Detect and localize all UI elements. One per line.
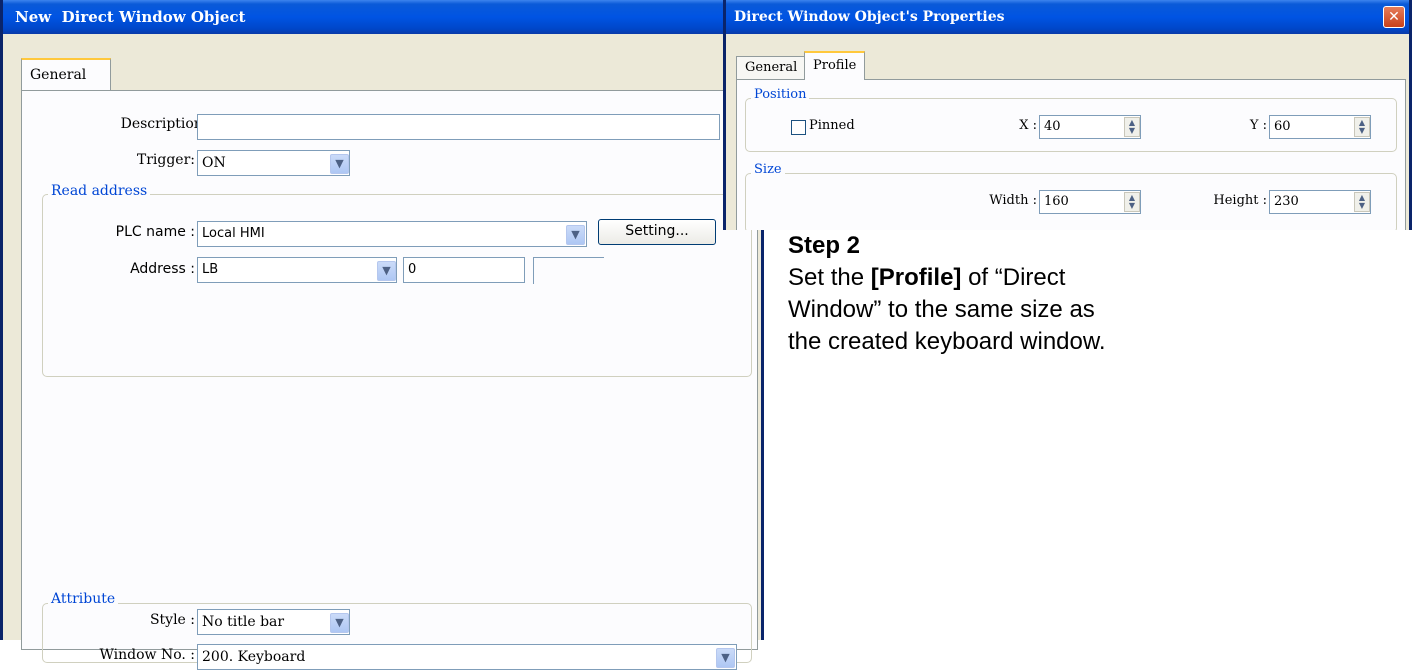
tab-general-label: General (30, 67, 87, 83)
trigger-select[interactable]: ON (197, 150, 350, 176)
position-group-title: Position (751, 87, 810, 102)
attribute-group-title: Attribute (48, 591, 119, 607)
close-icon[interactable]: ✕ (1383, 6, 1405, 28)
tab-profile-label: Profile (813, 58, 857, 73)
height-label: Height : (1213, 193, 1267, 208)
plc-name-value: Local HMI (202, 226, 265, 241)
right-dialog-title-bar[interactable]: Direct Window Object's Properties ✕ (726, 0, 1409, 34)
window-no-label: Window No. : (99, 647, 195, 663)
left-dialog-title: New Direct Window Object (15, 8, 246, 26)
spin-updown-icon[interactable]: ▲ ▼ (1354, 117, 1370, 137)
pinned-checkbox[interactable] (791, 120, 806, 135)
caption-line-1: Set the [Profile] of “Direct (788, 262, 1106, 294)
right-dialog-title: Direct Window Object's Properties (734, 9, 1005, 25)
read-address-group-title: Read address (48, 183, 151, 199)
style-value: No title bar (202, 614, 285, 630)
size-group-title: Size (751, 162, 785, 177)
chevron-down-icon[interactable]: ▼ (716, 648, 735, 668)
address-label: Address : (130, 261, 195, 277)
x-label: X : (1019, 118, 1037, 133)
pinned-label: Pinned (809, 118, 855, 133)
profile-tab-panel: Position Pinned X : 40 ▲ ▼ Y : 60 ▲ ▼ Size… (736, 79, 1406, 230)
chevron-down-icon[interactable]: ▼ (377, 261, 396, 281)
chevron-down-icon[interactable]: ▼ (330, 154, 349, 174)
caption-line-2: Window” to the same size as (788, 296, 1095, 323)
spin-updown-icon[interactable]: ▲ ▼ (1354, 192, 1370, 212)
chevron-down-icon[interactable]: ▼ (330, 613, 349, 633)
plc-name-label: PLC name : (115, 224, 195, 240)
general-tab-panel: Description : Trigger: ON ▼ Read address… (21, 90, 758, 670)
trigger-label: Trigger: (136, 152, 195, 168)
tab-general-r[interactable]: General (736, 56, 807, 80)
tab-general-r-label: General (745, 60, 798, 75)
window-no-value: 200. Keyboard (202, 649, 306, 665)
caption-line-1-post: of “Direct (961, 264, 1066, 291)
address-device-select[interactable]: LB (197, 257, 397, 283)
trigger-value: ON (202, 155, 226, 171)
description-field[interactable] (197, 114, 720, 140)
tab-profile[interactable]: Profile (804, 51, 866, 80)
caption-line-3: the created keyboard window. (788, 328, 1106, 355)
step-caption: Step 2 Set the [Profile] of “Direct Wind… (788, 230, 1106, 358)
left-dialog-title-bar[interactable]: New Direct Window Object (3, 0, 761, 34)
direct-window-properties-dialog: Direct Window Object's Properties ✕ Gene… (723, 0, 1412, 230)
caption-line-1-pre: Set the (788, 264, 871, 291)
style-label: Style : (149, 612, 195, 628)
style-select[interactable]: No title bar (197, 609, 350, 635)
step-heading: Step 2 (788, 232, 861, 259)
address-extra-field[interactable] (533, 257, 604, 284)
new-direct-window-dialog: New Direct Window Object General Descrip… (0, 0, 764, 670)
description-label: Description : (120, 116, 212, 132)
y-label: Y : (1249, 118, 1267, 133)
address-device-value: LB (202, 262, 219, 277)
tab-general[interactable]: General (21, 58, 111, 90)
width-label: Width : (989, 193, 1037, 208)
spin-updown-icon[interactable]: ▲ ▼ (1124, 192, 1140, 212)
window-no-select[interactable]: 200. Keyboard (197, 644, 737, 670)
plc-name-select[interactable]: Local HMI (197, 221, 587, 247)
setting-button[interactable]: Setting... (598, 219, 716, 245)
caption-profile-bold: [Profile] (870, 264, 962, 291)
chevron-down-icon[interactable]: ▼ (566, 225, 585, 245)
spin-updown-icon[interactable]: ▲ ▼ (1124, 117, 1140, 137)
address-value-field[interactable]: 0 (403, 257, 525, 283)
